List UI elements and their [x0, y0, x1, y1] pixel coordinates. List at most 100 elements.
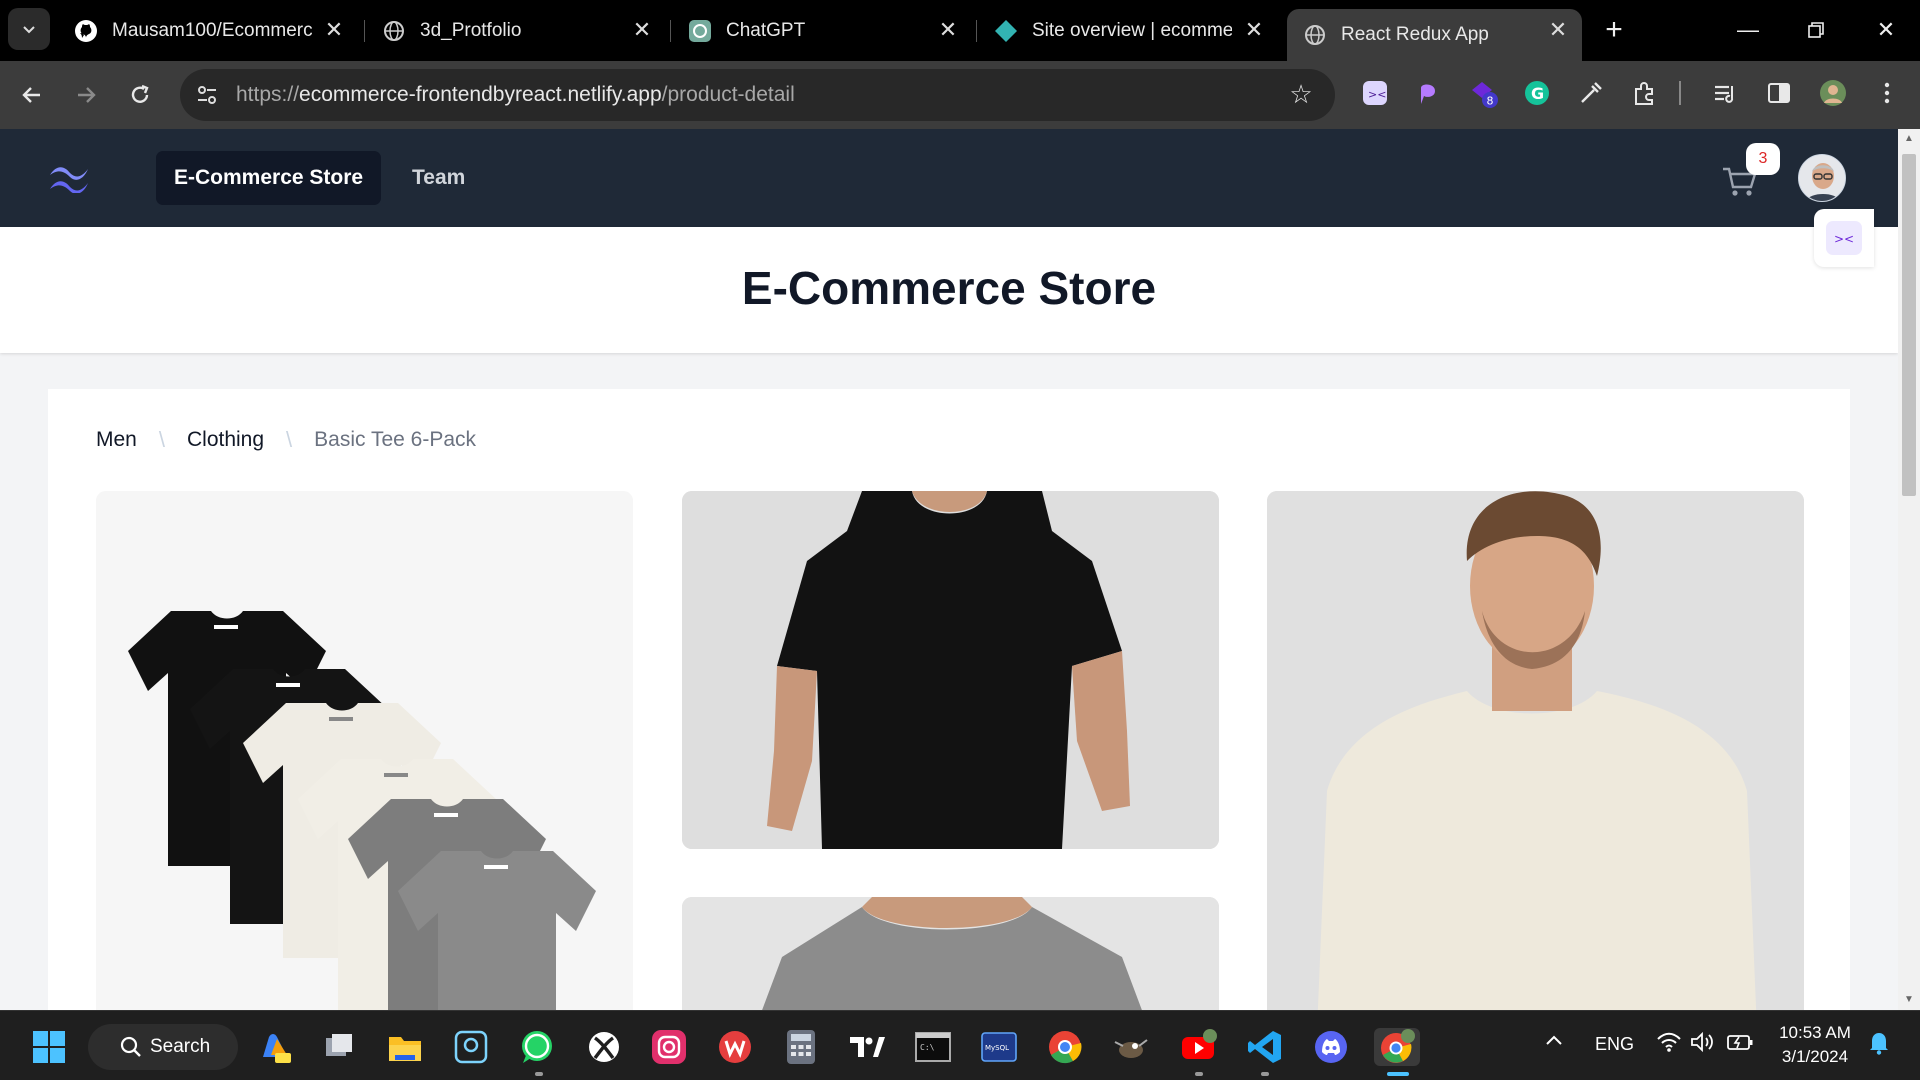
running-indicator — [1261, 1072, 1269, 1076]
calculator-icon[interactable] — [782, 1028, 820, 1066]
mysql-workbench-icon[interactable]: MySQL — [980, 1028, 1018, 1066]
extension-badge-icon[interactable]: 8 — [1468, 78, 1498, 108]
youtube-icon[interactable] — [1180, 1028, 1218, 1066]
battery-charging-icon[interactable] — [1726, 1031, 1754, 1058]
scroll-down-arrow-icon[interactable]: ▼ — [1903, 994, 1915, 1006]
site-settings-icon[interactable] — [194, 82, 220, 108]
product-image-gray-tee — [682, 897, 1219, 1010]
user-avatar[interactable] — [1798, 154, 1846, 202]
tab-search-button[interactable] — [8, 8, 50, 50]
clock-time: 10:53 AM — [1779, 1023, 1851, 1042]
product-image-white-tee — [1267, 491, 1804, 1010]
url-host: ecommerce-frontendbyreact.netlify.app — [299, 83, 662, 106]
extension-purple-icon[interactable] — [1413, 78, 1443, 108]
tab-react-redux-app[interactable]: React Redux App ✕ — [1287, 9, 1582, 61]
page-header: E-Commerce Store — [0, 227, 1898, 353]
chatgpt-icon — [688, 19, 712, 43]
tab-separator — [670, 20, 671, 42]
floating-extension-widget[interactable]: >< — [1814, 209, 1874, 267]
windows-start-icon[interactable] — [30, 1028, 68, 1066]
taskbar-search-label: Search — [150, 1036, 211, 1057]
nav-link-store[interactable]: E-Commerce Store — [156, 151, 382, 205]
language-indicator[interactable]: ENG — [1595, 1034, 1634, 1055]
back-button[interactable] — [12, 75, 52, 115]
breadcrumb-separator: \ — [286, 427, 293, 452]
chrome-active-icon[interactable] — [1374, 1028, 1420, 1066]
tradingview-icon[interactable] — [848, 1028, 886, 1066]
close-tab-icon[interactable]: ✕ — [1546, 17, 1570, 42]
page-title: E-Commerce Store — [741, 262, 1157, 314]
tab-title: 3d_Protfolio — [420, 19, 522, 41]
github-icon — [74, 19, 98, 43]
xbox-icon[interactable] — [585, 1028, 623, 1066]
restore-button[interactable] — [1796, 12, 1836, 48]
restore-icon — [1808, 22, 1824, 38]
netlify-icon — [994, 19, 1018, 43]
reload-button[interactable] — [120, 75, 160, 115]
breadcrumb-item-men[interactable]: Men — [96, 428, 137, 452]
system-clock[interactable]: 10:53 AM 3/1/2024 — [1770, 1021, 1860, 1069]
volume-icon[interactable] — [1690, 1031, 1716, 1058]
copilot-icon[interactable] — [256, 1028, 294, 1066]
active-indicator — [1387, 1072, 1409, 1076]
extension-ai-icon: >< — [1826, 221, 1862, 255]
extensions-puzzle-icon[interactable] — [1630, 78, 1660, 108]
extension-ai-icon[interactable]: >< — [1360, 78, 1390, 108]
tailwind-logo-icon[interactable] — [48, 161, 98, 193]
wps-office-icon[interactable] — [716, 1028, 754, 1066]
terminal-icon[interactable]: C:\ — [914, 1028, 952, 1066]
whatsapp-icon[interactable] — [518, 1028, 556, 1066]
breadcrumb-item-clothing[interactable]: Clothing — [187, 428, 264, 452]
photos-app-icon[interactable] — [452, 1028, 490, 1066]
close-tab-icon[interactable]: ✕ — [1242, 17, 1266, 42]
taskbar-search[interactable]: Search — [88, 1024, 238, 1070]
svg-text:><: >< — [1368, 88, 1386, 101]
close-tab-icon[interactable]: ✕ — [630, 17, 654, 42]
arrow-left-icon — [22, 87, 40, 103]
close-window-button[interactable]: ✕ — [1866, 12, 1906, 48]
svg-text:MySQL: MySQL — [985, 1044, 1009, 1052]
running-indicator — [535, 1072, 543, 1076]
profile-avatar[interactable] — [1818, 78, 1848, 108]
chrome-icon[interactable] — [1046, 1028, 1084, 1066]
page-viewport: E-Commerce Store Team 3 E-Commerce Store… — [0, 129, 1898, 1010]
browser-menu-icon[interactable] — [1872, 78, 1902, 108]
tab-separator — [364, 20, 365, 42]
vscode-icon[interactable] — [1246, 1028, 1284, 1066]
address-bar[interactable]: https://ecommerce-frontendbyreact.netlif… — [180, 69, 1335, 121]
globe-icon — [382, 19, 406, 43]
new-tab-button[interactable]: + — [1598, 13, 1630, 46]
scrollbar-thumb[interactable] — [1902, 154, 1916, 496]
tab-title: ChatGPT — [726, 19, 806, 41]
side-panel-icon[interactable] — [1764, 78, 1794, 108]
tab-chatgpt[interactable]: ChatGPT ✕ — [672, 9, 972, 52]
breadcrumb-separator: \ — [158, 427, 165, 452]
file-explorer-icon[interactable] — [386, 1028, 424, 1066]
tab-portfolio[interactable]: 3d_Protfolio ✕ — [366, 9, 666, 52]
minimize-button[interactable]: — — [1728, 12, 1768, 48]
show-hidden-icons-chevron-icon[interactable] — [1544, 1031, 1564, 1056]
forward-button[interactable] — [66, 75, 106, 115]
grammarly-icon[interactable]: G — [1522, 78, 1552, 108]
tab-netlify[interactable]: Site overview | ecommerc ✕ — [978, 9, 1278, 52]
arrow-right-icon — [78, 87, 96, 103]
close-tab-icon[interactable]: ✕ — [936, 17, 960, 42]
bookmark-star-icon[interactable]: ☆ — [1287, 80, 1315, 108]
instagram-icon[interactable] — [650, 1028, 688, 1066]
discord-icon[interactable] — [1312, 1028, 1350, 1066]
color-picker-icon[interactable] — [1576, 78, 1606, 108]
notifications-bell-icon[interactable] — [1868, 1031, 1890, 1060]
product-card: Men \ Clothing \ Basic Tee 6-Pack — [48, 389, 1850, 1010]
tab-github[interactable]: Mausam100/Ecommerce ✕ — [58, 9, 358, 52]
scroll-up-arrow-icon[interactable]: ▲ — [1903, 133, 1915, 145]
reading-list-icon[interactable] — [1710, 78, 1740, 108]
gimp-icon[interactable] — [1112, 1028, 1150, 1066]
page-scrollbar[interactable]: ▲ ▼ — [1898, 129, 1920, 1010]
task-view-icon[interactable] — [320, 1028, 358, 1066]
tab-title: Site overview | ecommerc — [1032, 19, 1232, 41]
close-tab-icon[interactable]: ✕ — [322, 17, 346, 42]
nav-link-team[interactable]: Team — [394, 151, 483, 205]
product-image-black-tee — [682, 491, 1219, 849]
running-indicator — [1195, 1072, 1203, 1076]
wifi-icon[interactable] — [1656, 1031, 1682, 1058]
